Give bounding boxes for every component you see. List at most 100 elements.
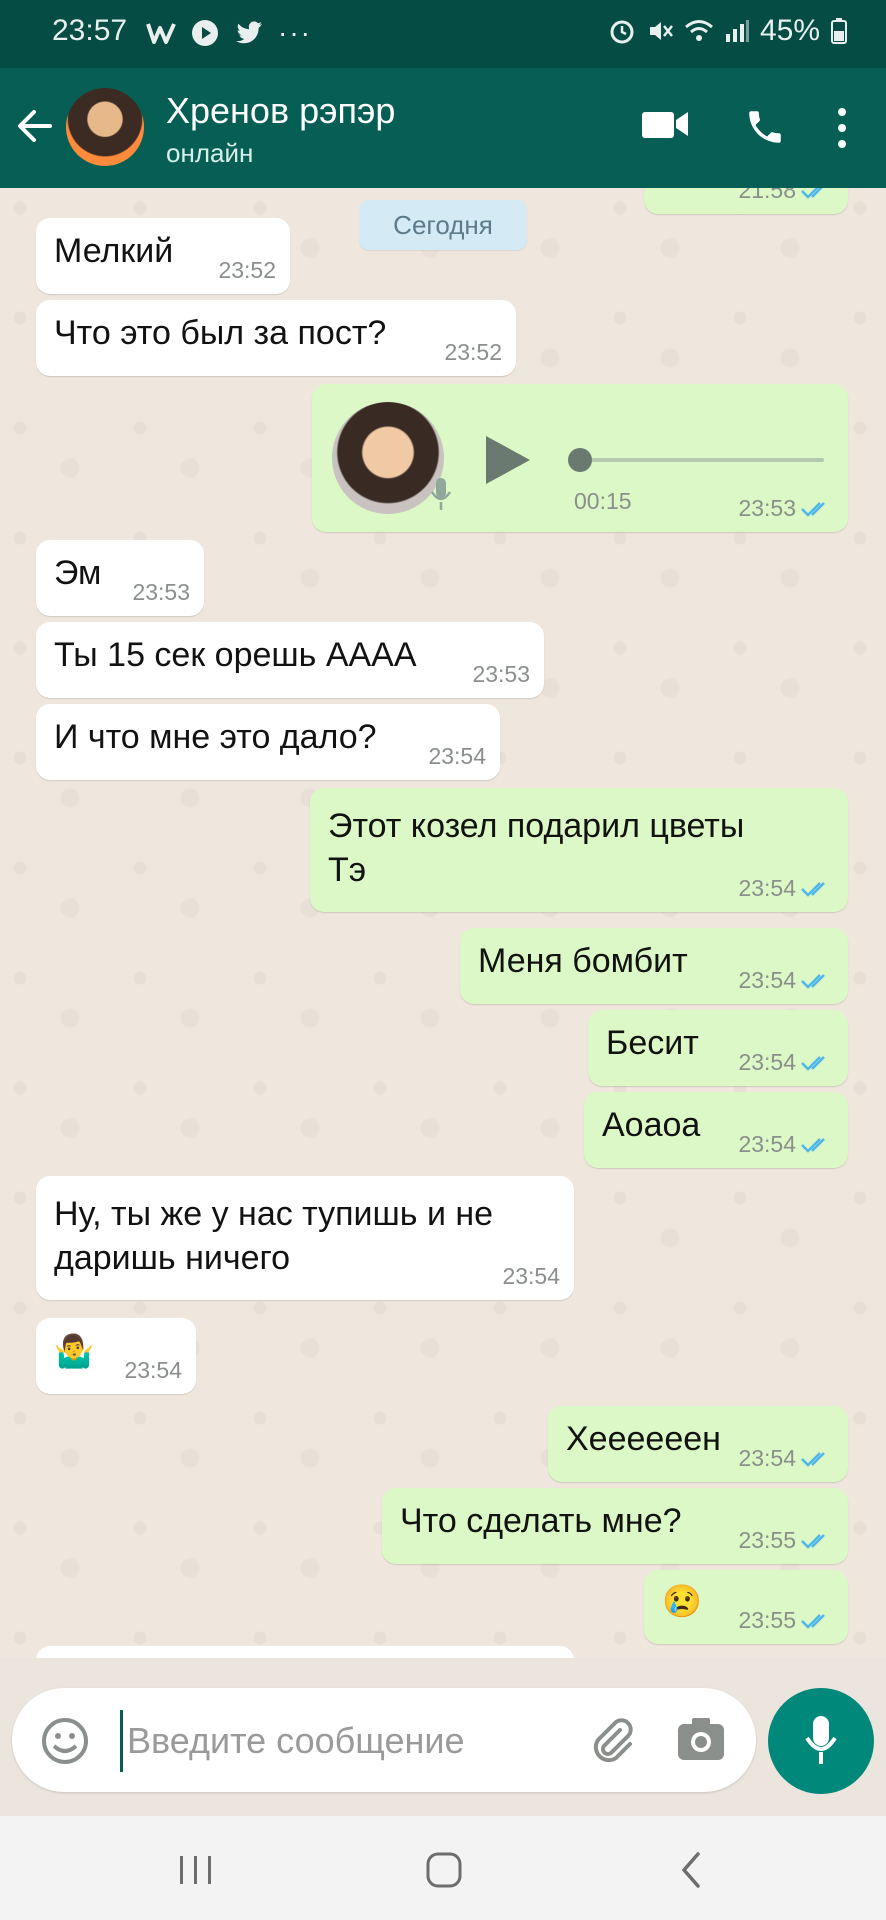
notification-icons: ··· — [146, 17, 312, 49]
message-time: 23:53 — [472, 661, 530, 687]
voice-progress-bar[interactable] — [568, 458, 824, 462]
battery-percent: 45% — [759, 14, 820, 47]
read-receipt-icon — [801, 188, 823, 199]
crying-emoji: 😢 — [662, 1583, 702, 1619]
contact-name[interactable]: Хренов рэпэр — [166, 90, 395, 132]
message-meta: 23:55 — [738, 1607, 834, 1634]
message-out[interactable]: Этот козел подарил цветы Тэ 23:54 — [310, 788, 848, 912]
contact-status: онлайн — [166, 138, 254, 168]
video-call-icon[interactable] — [640, 106, 690, 142]
message-out[interactable]: 21:58 — [644, 188, 848, 214]
message-meta: 23:54 — [738, 1445, 834, 1472]
message-time: 23:54 — [428, 743, 486, 769]
message-text: Что это был за пост? — [54, 314, 387, 352]
message-in[interactable]: Что это был за пост? 23:52 — [36, 300, 516, 376]
message-meta: 23:53 — [472, 661, 530, 688]
message-time: 23:54 — [502, 1263, 560, 1289]
message-time: 23:52 — [218, 257, 276, 283]
webtoon-icon — [146, 23, 176, 44]
message-in[interactable]: Эм 23:53 — [36, 540, 204, 616]
camera-icon[interactable] — [676, 1716, 726, 1764]
message-meta: 23:52 — [218, 257, 276, 284]
youtube-icon — [192, 20, 218, 46]
message-in[interactable]: Мелкий 23:52 — [36, 218, 290, 294]
battery-icon — [831, 18, 847, 44]
message-out[interactable]: Меня бомбит 23:54 — [460, 928, 848, 1004]
message-time: 23:54 — [738, 1445, 796, 1471]
message-time: 23:52 — [444, 339, 502, 365]
message-line: Тэ — [328, 851, 367, 889]
message-meta: 23:54 — [124, 1357, 182, 1384]
message-time: 23:53 — [738, 495, 796, 521]
mute-icon — [649, 22, 673, 40]
recent-apps-icon[interactable] — [176, 1852, 216, 1888]
chat-header: Хренов рэпэр онлайн — [0, 68, 886, 188]
message-input[interactable] — [120, 1710, 569, 1772]
message-out[interactable]: Хеееееен 23:54 — [548, 1406, 848, 1482]
message-line: Этот козел подарил цветы — [328, 807, 745, 845]
voice-progress-thumb[interactable] — [568, 448, 592, 472]
read-receipt-icon — [801, 1533, 825, 1549]
read-receipt-icon — [801, 1137, 825, 1153]
status-bar: 23:57 ··· 45% — [0, 0, 886, 68]
message-line: Ну, ты же у нас тупишь и не — [54, 1195, 494, 1233]
message-meta: 23:54 — [738, 1131, 834, 1158]
message-meta: 23:54 — [738, 875, 834, 902]
message-time: 23:54 — [738, 1049, 796, 1075]
read-receipt-icon — [801, 973, 825, 989]
message-text: Аоаоа — [602, 1106, 701, 1144]
voice-sender-avatar — [332, 402, 444, 514]
status-time: 23:57 — [52, 14, 128, 47]
date-chip: Сегодня — [359, 200, 527, 250]
message-out[interactable]: Что сделать мне? 23:55 — [382, 1488, 848, 1564]
message-out[interactable]: Аоаоа 23:54 — [584, 1092, 848, 1168]
message-time: 21:58 — [738, 188, 796, 203]
emoji-icon[interactable] — [40, 1716, 90, 1766]
voice-message[interactable]: 00:15 23:53 — [312, 384, 848, 532]
message-text: И что мне это дало? — [54, 718, 377, 756]
message-text: Бесит — [606, 1024, 699, 1062]
message-in[interactable] — [36, 1646, 574, 1658]
attach-icon[interactable] — [586, 1714, 638, 1766]
message-text: Что сделать мне? — [400, 1502, 682, 1540]
message-out[interactable]: 😢 23:55 — [644, 1570, 848, 1644]
voice-call-icon[interactable] — [744, 106, 786, 148]
contact-avatar[interactable] — [66, 88, 144, 166]
message-meta: 21:58 — [738, 188, 834, 204]
message-time: 23:53 — [132, 579, 190, 605]
read-receipt-icon — [801, 1451, 825, 1467]
message-text: Хеееееен — [566, 1420, 721, 1458]
message-time: 23:55 — [738, 1527, 796, 1553]
system-indicators: 45% — [608, 14, 848, 48]
system-nav-bar — [0, 1816, 886, 1920]
chat-area[interactable]: 21:58 Сегодня Мелкий 23:52 Что это был з… — [0, 188, 886, 1658]
play-icon[interactable] — [482, 432, 534, 488]
signal-icon — [725, 20, 749, 42]
message-composer — [12, 1688, 756, 1792]
shrug-emoji: 🤷‍♂️ — [54, 1333, 94, 1369]
message-out[interactable]: Бесит 23:54 — [588, 1010, 848, 1086]
message-in[interactable]: Ну, ты же у нас тупишь и не даришь ничег… — [36, 1176, 574, 1300]
back-arrow-icon[interactable] — [14, 106, 54, 146]
message-text: Эм — [54, 554, 102, 592]
message-meta: 23:54 — [428, 743, 486, 770]
more-notifications-icon: ··· — [278, 17, 312, 48]
more-vert-icon[interactable] — [830, 106, 854, 150]
message-in[interactable]: Ты 15 сек орешь АААА 23:53 — [36, 622, 544, 698]
message-time: 23:54 — [738, 967, 796, 993]
home-icon[interactable] — [424, 1850, 464, 1890]
message-time: 23:54 — [124, 1357, 182, 1383]
message-text: Ну, ты же у нас тупишь и не даришь ничег… — [54, 1192, 493, 1280]
message-meta: 23:54 — [738, 1049, 834, 1076]
message-text: Меня бомбит — [478, 942, 688, 980]
alarm-icon — [610, 20, 634, 44]
message-time: 23:55 — [738, 1607, 796, 1633]
message-text: Мелкий — [54, 232, 174, 270]
message-in[interactable]: 🤷‍♂️ 23:54 — [36, 1318, 196, 1394]
nav-back-icon[interactable] — [676, 1850, 706, 1890]
mic-small-icon — [430, 478, 452, 510]
message-meta: 23:53 — [738, 495, 834, 522]
message-in[interactable]: И что мне это дало? 23:54 — [36, 704, 500, 780]
read-receipt-icon — [801, 1613, 825, 1629]
voice-record-button[interactable] — [768, 1688, 874, 1794]
